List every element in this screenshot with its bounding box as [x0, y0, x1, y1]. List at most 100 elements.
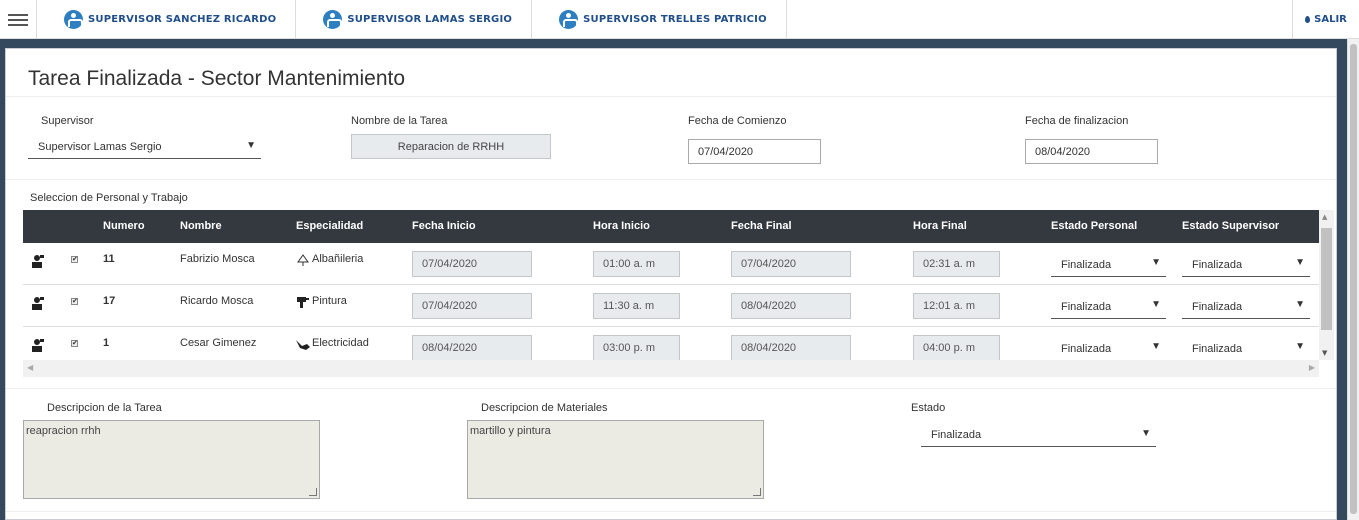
scroll-left-icon[interactable]: ◀ — [27, 363, 33, 372]
grid-scrollbar-thumb[interactable] — [1321, 228, 1332, 330]
task-name-label: Nombre de la Tarea — [351, 115, 448, 127]
start-date-input[interactable]: 07/04/2020 — [688, 139, 821, 164]
materials-description-textarea[interactable]: martillo y pintura — [467, 420, 764, 499]
col-especialidad[interactable]: Especialidad — [296, 220, 363, 232]
worker-icon — [32, 297, 44, 310]
task-card: Tarea Finalizada - Sector Mantenimiento … — [5, 48, 1337, 520]
grid-header: Numero Nombre Especialidad Fecha Inicio … — [23, 210, 1319, 243]
logout-label: SALIR — [1314, 14, 1347, 25]
chevron-down-icon: ▼ — [246, 140, 256, 151]
status-select[interactable]: Finalizada ▼ — [921, 423, 1156, 447]
divider — [6, 388, 1336, 389]
cell-especialidad: Albañileria — [312, 253, 364, 265]
cell-fecha-inicio: 07/04/2020 — [412, 251, 532, 277]
page-title: Tarea Finalizada - Sector Mantenimiento — [28, 67, 406, 90]
supervisor-label: Supervisor — [41, 115, 94, 127]
cell-numero: 17 — [103, 295, 116, 307]
estado-personal-select[interactable]: Finalizada ▼ — [1051, 335, 1166, 360]
col-fecha-final[interactable]: Fecha Final — [731, 220, 792, 232]
row-checkbox[interactable]: ✔ — [71, 340, 78, 347]
end-date-label: Fecha de finalizacion — [1025, 115, 1129, 127]
estado-supervisor-select[interactable]: Finalizada ▼ — [1182, 335, 1310, 360]
cell-fecha-inicio: 07/04/2020 — [412, 293, 532, 319]
user-group-icon — [323, 10, 343, 29]
cell-fecha-final: 07/04/2020 — [731, 251, 851, 277]
estado-personal-select[interactable]: Finalizada ▼ — [1051, 251, 1166, 277]
drop-icon — [1305, 16, 1311, 23]
cell-numero: 11 — [103, 253, 115, 265]
nav-item-supervisor-lamas[interactable]: SUPERVISOR LAMAS SERGIO — [296, 0, 533, 39]
page-scrollbar[interactable] — [1347, 39, 1359, 520]
row-checkbox[interactable]: ✔ — [71, 298, 78, 305]
logout-button[interactable]: SALIR — [1292, 0, 1359, 39]
scroll-down-icon[interactable]: ▼ — [1322, 349, 1327, 357]
divider — [6, 96, 1336, 97]
nav-item-supervisor-trelles[interactable]: SUPERVISOR TRELLES PATRICIO — [532, 0, 787, 39]
col-hora-final[interactable]: Hora Final — [913, 220, 967, 232]
cell-hora-inicio: 03:00 p. m — [593, 335, 680, 360]
cell-hora-inicio: 11:30 a. m — [593, 293, 680, 319]
supervisor-select-value: Supervisor Lamas Sergio — [38, 141, 162, 153]
row-checkbox[interactable]: ✔ — [71, 256, 78, 263]
cell-nombre: Cesar Gimenez — [180, 337, 257, 349]
estado-supervisor-value: Finalizada — [1192, 259, 1243, 271]
col-estado-supervisor[interactable]: Estado Supervisor — [1182, 220, 1279, 232]
resize-handle-icon[interactable] — [309, 488, 317, 496]
cell-fecha-final: 08/04/2020 — [731, 335, 851, 360]
plug-icon — [296, 340, 310, 350]
estado-personal-value: Finalizada — [1061, 301, 1112, 313]
chevron-down-icon: ▼ — [1151, 299, 1161, 310]
nav-item-label: SUPERVISOR TRELLES PATRICIO — [583, 14, 767, 25]
col-nombre[interactable]: Nombre — [180, 220, 222, 232]
task-description-label: Descripcion de la Tarea — [47, 402, 162, 414]
scroll-up-icon[interactable]: ▲ — [1322, 213, 1327, 221]
cell-hora-final: 04:00 p. m — [913, 335, 1000, 360]
cell-hora-inicio: 01:00 a. m — [593, 251, 680, 277]
personnel-grid: Numero Nombre Especialidad Fecha Inicio … — [23, 210, 1319, 360]
table-row: ✔ 17 Ricardo Mosca Pintura 07/04/2020 11… — [23, 285, 1319, 327]
col-estado-personal[interactable]: Estado Personal — [1051, 220, 1137, 232]
supervisor-select[interactable]: Supervisor Lamas Sergio ▼ — [28, 135, 261, 159]
grid-section-label: Seleccion de Personal y Trabajo — [30, 192, 188, 204]
cell-especialidad: Pintura — [312, 295, 347, 307]
cell-fecha-final: 08/04/2020 — [731, 293, 851, 319]
estado-personal-select[interactable]: Finalizada ▼ — [1051, 293, 1166, 319]
estado-supervisor-select[interactable]: Finalizada ▼ — [1182, 293, 1310, 319]
cell-numero: 1 — [103, 337, 110, 349]
cell-fecha-inicio: 08/04/2020 — [412, 335, 532, 360]
paint-gun-icon — [297, 297, 309, 308]
col-numero[interactable]: Numero — [103, 220, 145, 232]
worker-icon — [32, 339, 44, 352]
estado-supervisor-select[interactable]: Finalizada ▼ — [1182, 251, 1310, 277]
task-description-value: reapracion rrhh — [26, 425, 101, 437]
chevron-down-icon: ▼ — [1295, 299, 1305, 310]
grid-horizontal-scrollbar[interactable]: ◀ ▶ — [23, 360, 1319, 377]
col-fecha-inicio[interactable]: Fecha Inicio — [412, 220, 476, 232]
nav-item-supervisor-sanchez[interactable]: SUPERVISOR SANCHEZ RICARDO — [37, 0, 297, 39]
resize-handle-icon[interactable] — [753, 488, 761, 496]
chevron-down-icon: ▼ — [1151, 257, 1161, 268]
status-select-value: Finalizada — [931, 429, 982, 441]
page-scrollbar-thumb[interactable] — [1350, 44, 1357, 514]
estado-personal-value: Finalizada — [1061, 259, 1112, 271]
trowel-icon — [297, 254, 309, 266]
chevron-down-icon: ▼ — [1295, 257, 1305, 268]
start-date-label: Fecha de Comienzo — [688, 115, 787, 127]
task-description-textarea[interactable]: reapracion rrhh — [23, 420, 320, 499]
estado-supervisor-value: Finalizada — [1192, 343, 1243, 355]
chevron-down-icon: ▼ — [1151, 341, 1161, 352]
cell-hora-final: 12:01 a. m — [913, 293, 1000, 319]
chevron-down-icon: ▼ — [1295, 341, 1305, 352]
cell-nombre: Fabrizio Mosca — [180, 253, 255, 265]
cell-especialidad: Electricidad — [312, 337, 369, 349]
cell-hora-final: 02:31 a. m — [913, 251, 1000, 277]
col-hora-inicio[interactable]: Hora Inicio — [593, 220, 650, 232]
materials-description-label: Descripcion de Materiales — [481, 402, 608, 414]
end-date-input[interactable]: 08/04/2020 — [1025, 139, 1158, 164]
table-row: ✔ 11 Fabrizio Mosca Albañileria 07/04/20… — [23, 243, 1319, 285]
scroll-right-icon[interactable]: ▶ — [1309, 363, 1315, 372]
nav-item-label: SUPERVISOR LAMAS SERGIO — [347, 14, 513, 25]
hamburger-menu-icon[interactable] — [0, 0, 37, 39]
grid-vertical-scrollbar[interactable]: ▲ ▼ — [1319, 210, 1334, 360]
divider — [6, 511, 1336, 512]
